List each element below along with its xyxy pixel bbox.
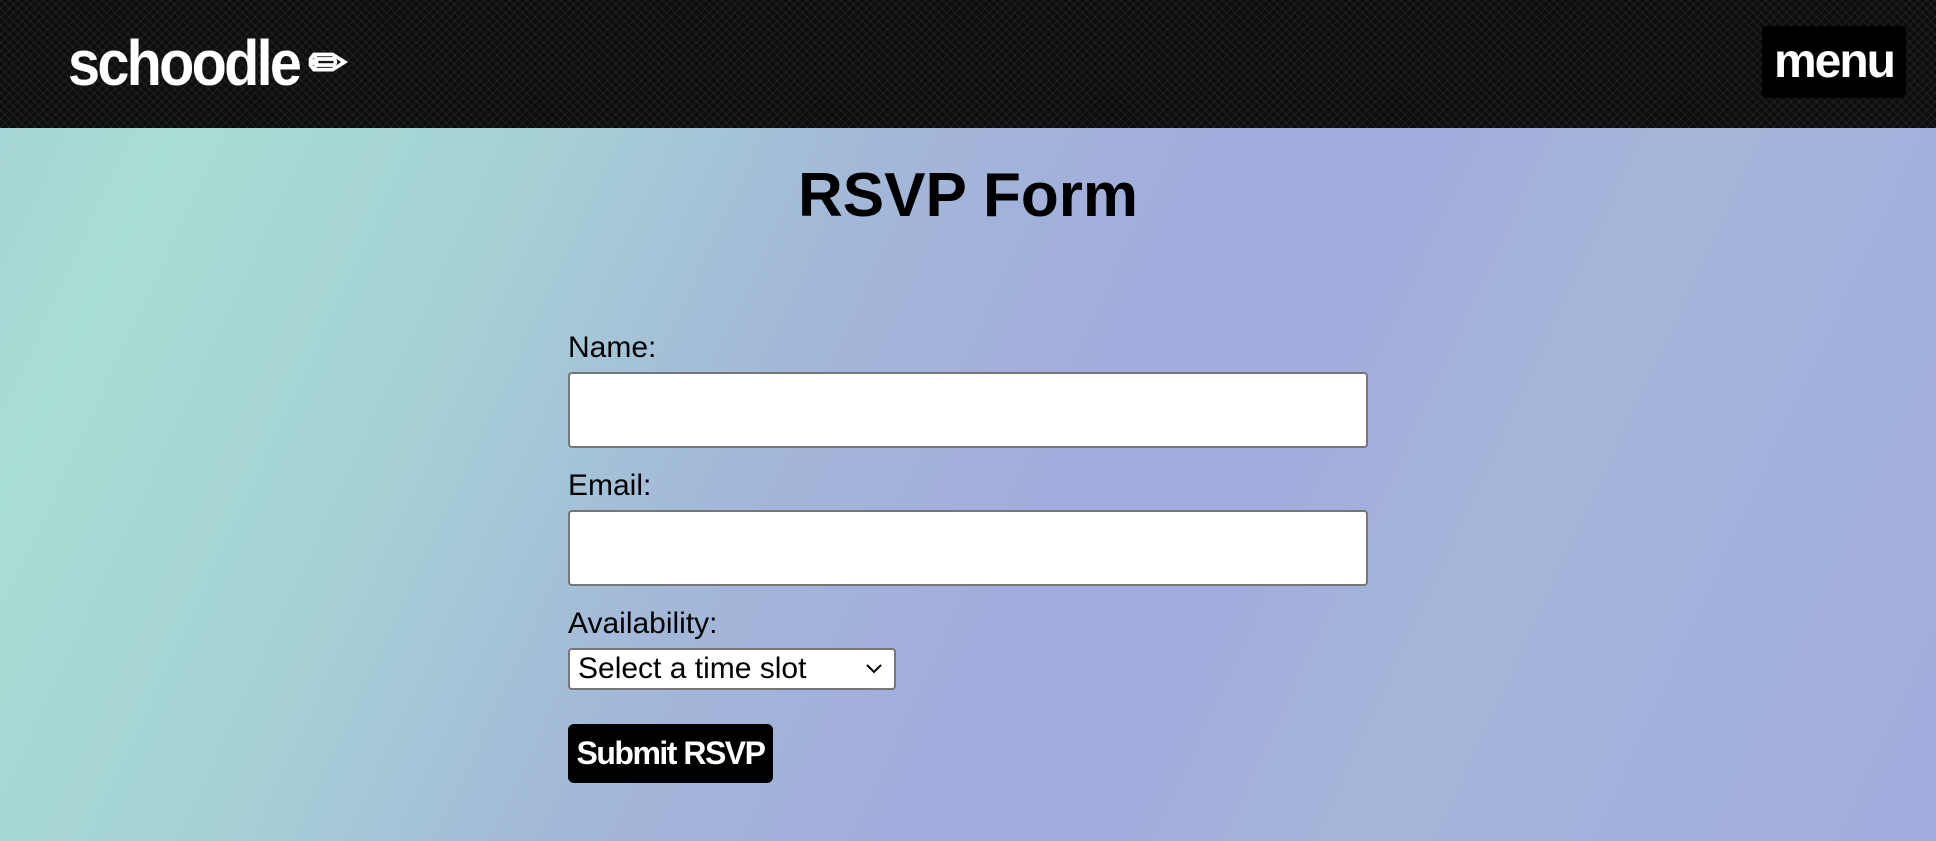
brand-name: schoodle — [68, 27, 302, 99]
page-title: RSVP Form — [798, 161, 1138, 230]
availability-select[interactable]: Select a time slot — [568, 648, 896, 690]
rsvp-form: Name: Email: Availability: Select a time… — [568, 330, 1368, 783]
chevron-down-icon — [866, 664, 882, 674]
name-label: Name: — [568, 331, 657, 364]
brand-logo[interactable]: schoodle ✏ — [68, 22, 347, 105]
email-field[interactable] — [568, 510, 1368, 586]
top-navigation-bar: schoodle ✏ menu — [0, 0, 1936, 128]
pencil-icon: ✏ — [308, 35, 348, 93]
menu-button[interactable]: menu — [1762, 26, 1906, 98]
availability-selected-value: Select a time slot — [578, 652, 807, 685]
availability-label: Availability: — [568, 607, 718, 640]
submit-rsvp-button[interactable]: Submit RSVP — [568, 724, 773, 783]
email-label: Email: — [568, 469, 652, 502]
name-field[interactable] — [568, 372, 1368, 448]
